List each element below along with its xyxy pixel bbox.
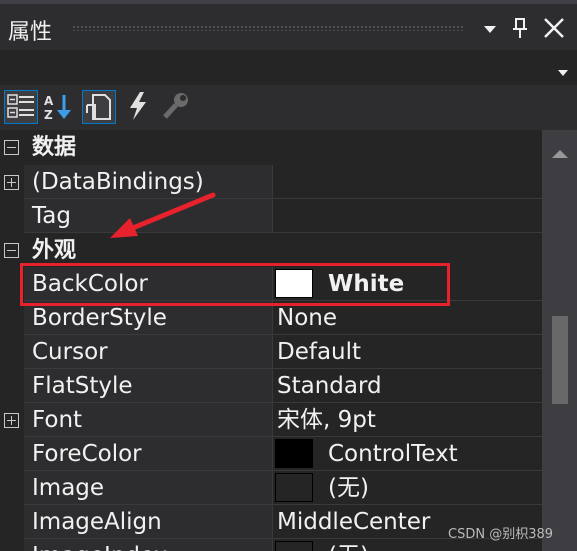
expand-icon[interactable]: [4, 175, 19, 190]
events-lightning-icon[interactable]: [122, 90, 156, 124]
property-name: ForeColor: [32, 441, 142, 467]
vertical-scrollbar[interactable]: [542, 130, 577, 551]
column-divider[interactable]: [272, 403, 273, 436]
row-gutter: [0, 267, 24, 301]
panel-title: 属性: [8, 20, 53, 45]
property-value[interactable]: None: [277, 301, 337, 335]
close-icon[interactable]: [540, 14, 568, 42]
collapse-icon[interactable]: [4, 243, 19, 258]
panel-title-bar: 属性: [0, 0, 577, 50]
watermark: CSDN @别枳389: [448, 527, 554, 542]
property-row-backcolor[interactable]: BackColor White: [0, 267, 542, 301]
property-name: Font: [32, 407, 83, 433]
category-row[interactable]: 外观: [0, 233, 542, 267]
property-row-font[interactable]: Font 宋体, 9pt: [0, 403, 542, 437]
color-swatch: [275, 269, 313, 298]
property-name: ImageIndex: [32, 539, 167, 551]
color-swatch: [275, 439, 313, 468]
chevron-down-icon[interactable]: [557, 62, 569, 81]
property-row-image[interactable]: Image (无): [0, 471, 542, 505]
property-row-cursor[interactable]: Cursor Default: [0, 335, 542, 369]
expand-icon[interactable]: [4, 413, 19, 428]
property-name: FlatStyle: [32, 373, 133, 399]
column-divider[interactable]: [272, 165, 273, 198]
property-row-databindings[interactable]: (DataBindings): [0, 165, 542, 199]
row-gutter: [0, 301, 24, 335]
property-value[interactable]: Default: [277, 335, 361, 369]
property-name: BorderStyle: [32, 305, 167, 331]
property-name: Cursor: [32, 339, 108, 365]
property-row-forecolor[interactable]: ForeColor ControlText: [0, 437, 542, 471]
pin-icon[interactable]: [506, 14, 534, 42]
property-name: Tag: [32, 203, 71, 229]
row-gutter: [0, 539, 24, 551]
property-value[interactable]: 宋体, 9pt: [277, 403, 376, 437]
property-value[interactable]: ControlText: [328, 437, 458, 471]
row-gutter: [0, 471, 24, 505]
column-divider[interactable]: [272, 539, 273, 551]
categorized-view-icon[interactable]: [4, 90, 38, 124]
property-row-borderstyle[interactable]: BorderStyle None: [0, 301, 542, 335]
property-value[interactable]: (无): [328, 471, 369, 505]
property-pages-wrench-icon[interactable]: [160, 90, 194, 124]
window-position-dropdown-icon[interactable]: [476, 14, 504, 42]
svg-text:A: A: [44, 94, 54, 108]
row-gutter: [0, 437, 24, 471]
scroll-up-icon[interactable]: [551, 144, 569, 163]
row-gutter: [0, 199, 24, 233]
property-value[interactable]: MiddleCenter: [277, 505, 430, 539]
property-name: (DataBindings): [32, 169, 204, 195]
row-gutter: [0, 335, 24, 369]
collapse-icon[interactable]: [4, 140, 19, 155]
column-divider[interactable]: [272, 471, 273, 504]
property-row-flatstyle[interactable]: FlatStyle Standard: [0, 369, 542, 403]
column-divider[interactable]: [272, 505, 273, 538]
property-grid: 数据 (DataBindings) Tag 外观 BackColor White…: [0, 130, 542, 551]
scrollbar-thumb[interactable]: [552, 316, 568, 404]
property-value[interactable]: (无): [328, 539, 369, 551]
category-row[interactable]: 数据: [0, 130, 542, 164]
svg-text:Z: Z: [44, 108, 53, 122]
property-row-tag[interactable]: Tag: [0, 199, 542, 233]
column-divider[interactable]: [272, 199, 273, 232]
property-value[interactable]: White: [328, 267, 404, 301]
property-name: ImageAlign: [32, 509, 162, 535]
image-preview-box: [275, 541, 313, 551]
property-toolbar: A Z: [0, 85, 577, 130]
properties-page-icon[interactable]: [82, 90, 116, 124]
image-preview-box: [275, 473, 313, 502]
column-divider[interactable]: [272, 335, 273, 368]
column-divider[interactable]: [272, 301, 273, 334]
column-divider[interactable]: [272, 267, 273, 300]
property-value[interactable]: Standard: [277, 369, 382, 403]
title-grip[interactable]: [72, 25, 464, 31]
category-label: 外观: [32, 238, 77, 263]
column-divider[interactable]: [272, 369, 273, 402]
alphabetical-sort-icon[interactable]: A Z: [42, 90, 76, 124]
property-name: BackColor: [32, 271, 148, 297]
column-divider[interactable]: [272, 437, 273, 470]
category-label: 数据: [32, 135, 77, 160]
object-selector[interactable]: [0, 50, 577, 85]
property-name: Image: [32, 475, 105, 501]
row-gutter: [0, 505, 24, 539]
row-gutter: [0, 369, 24, 403]
